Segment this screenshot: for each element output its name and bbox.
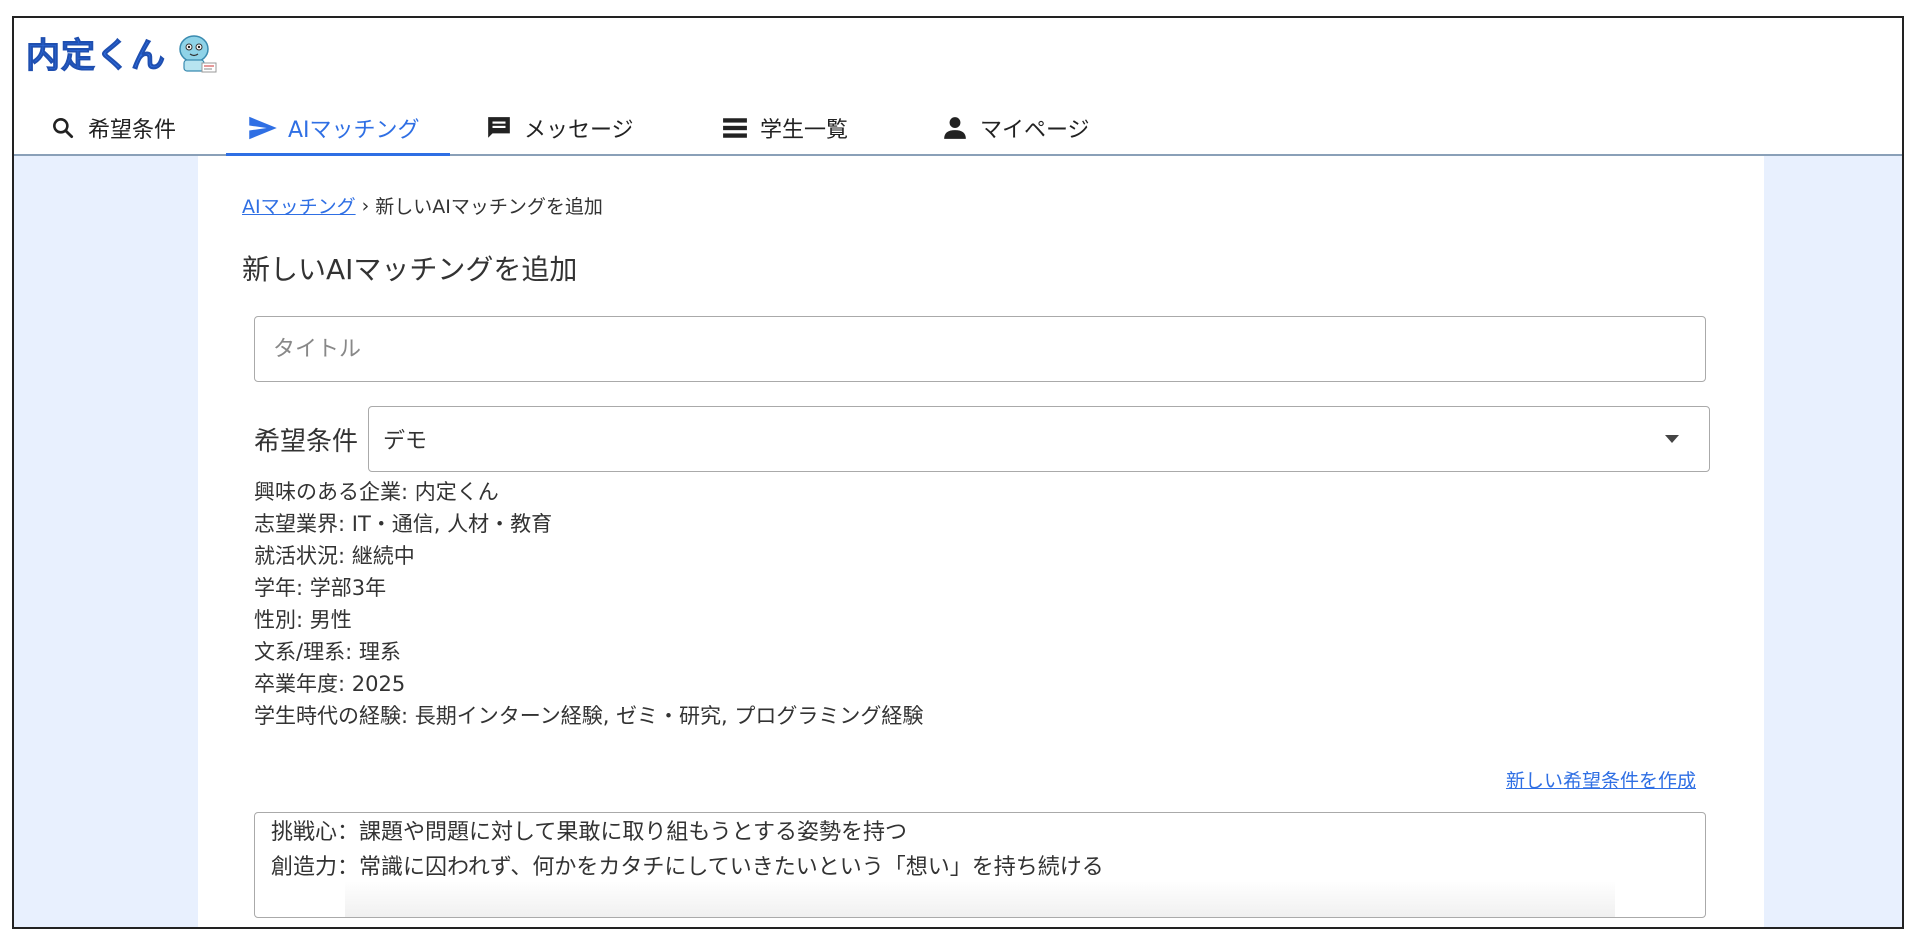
- nav-item-label: 学生一覧: [760, 118, 849, 143]
- logo-text: 内定くん: [26, 36, 166, 77]
- nav-item-mypage[interactable]: マイページ: [906, 100, 1126, 156]
- description-textarea[interactable]: 挑戦心：課題や問題に対して果敢に取り組もうとする姿勢を持つ 創造力：常識に囚われ…: [254, 812, 1706, 918]
- condition-details: 興味のある企業: 内定くん 志望業界: IT・通信, 人材・教育 就活状況: 継…: [254, 476, 923, 732]
- title-input[interactable]: [254, 316, 1706, 382]
- page-title: 新しいAIマッチングを追加: [242, 253, 578, 286]
- message-icon: [484, 113, 514, 143]
- detail-line: 就活状況: 継続中: [254, 544, 415, 568]
- nav-item-conditions[interactable]: 希望条件: [14, 100, 226, 156]
- condition-select-value: デモ: [383, 429, 428, 454]
- detail-line: 志望業界: IT・通信, 人材・教育: [254, 512, 553, 536]
- chevron-down-icon: [1665, 435, 1680, 443]
- logo[interactable]: 内定くん: [26, 28, 220, 77]
- condition-row: 希望条件 デモ: [254, 406, 1711, 472]
- breadcrumb: AIマッチング › 新しいAIマッチングを追加: [242, 192, 603, 219]
- nav-item-students[interactable]: 学生一覧: [686, 100, 906, 156]
- detail-line: 興味のある企業: 内定くん: [254, 480, 499, 504]
- search-icon: [48, 113, 78, 143]
- main-nav: 希望条件 AIマッチング メッセージ 学生一覧 マイページ: [14, 100, 1126, 158]
- detail-line: 卒業年度: 2025: [254, 672, 406, 696]
- textarea-shadow: [345, 881, 1615, 917]
- nav-item-label: メッセージ: [524, 118, 634, 143]
- condition-label: 希望条件: [254, 426, 359, 457]
- breadcrumb-current: 新しいAIマッチングを追加: [375, 196, 603, 218]
- nav-item-label: AIマッチング: [288, 118, 420, 143]
- textarea-line: 創造力：常識に囚われず、何かをカタチにしていきたいという「想い」を持ち続ける: [271, 855, 1104, 880]
- detail-line: 性別: 男性: [254, 608, 352, 632]
- condition-select[interactable]: デモ: [368, 406, 1711, 472]
- create-new-condition-link[interactable]: 新しい希望条件を作成: [1506, 766, 1696, 793]
- breadcrumb-separator: ›: [361, 194, 370, 217]
- app-frame: 内定くん 希望条件 AIマッチング メッセージ 学生一覧 マイページ AIマッチ…: [12, 16, 1904, 929]
- page-background: AIマッチング › 新しいAIマッチングを追加 新しいAIマッチングを追加 希望…: [14, 156, 1902, 927]
- nav-item-messages[interactable]: メッセージ: [450, 100, 686, 156]
- detail-line: 文系/理系: 理系: [254, 640, 401, 664]
- nav-item-label: 希望条件: [88, 118, 177, 143]
- textarea-line: 挑戦心：課題や問題に対して果敢に取り組もうとする姿勢を持つ: [271, 820, 908, 845]
- breadcrumb-link-ai-matching[interactable]: AIマッチング: [242, 192, 356, 219]
- detail-line: 学生時代の経験: 長期インターン経験, ゼミ・研究, プログラミング経験: [254, 704, 924, 728]
- list-icon: [720, 113, 750, 143]
- nav-item-ai-matching[interactable]: AIマッチング: [226, 100, 450, 158]
- send-icon: [248, 113, 278, 143]
- mascot-icon: [179, 34, 217, 72]
- header: 内定くん 希望条件 AIマッチング メッセージ 学生一覧 マイページ: [14, 18, 1902, 158]
- person-icon: [940, 113, 970, 143]
- main-content: AIマッチング › 新しいAIマッチングを追加 新しいAIマッチングを追加 希望…: [198, 156, 1764, 927]
- nav-item-label: マイページ: [980, 118, 1090, 143]
- detail-line: 学年: 学部3年: [254, 576, 387, 600]
